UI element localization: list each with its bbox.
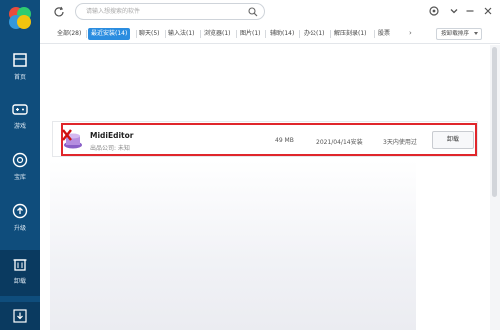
app-install-date: 2021/04/14安装 [316,139,363,146]
sidebar-item-games[interactable]: 游戏 [0,95,40,139]
tab-chat[interactable]: 聊天(5) [139,28,160,40]
tab-divider [200,30,201,38]
sidebar-download-button[interactable] [0,302,40,330]
sort-dropdown[interactable]: 按卸载排序 [436,28,482,40]
sidebar-item-uninstall[interactable]: 卸载 [0,250,40,296]
close-icon[interactable] [482,5,494,17]
gamepad-icon [12,104,28,115]
search-icon[interactable] [248,7,258,17]
scrollbar-thumb[interactable] [492,47,497,197]
scrollbar[interactable] [490,45,500,330]
download-icon [13,309,27,323]
midieditor-app-icon [62,129,82,149]
sidebar-item-label: 升级 [13,225,26,232]
tab-divider [330,30,331,38]
sidebar-item-label: 首页 [13,74,26,81]
tab-divider [86,30,87,38]
sidebar-item-treasure[interactable]: 宝库 [0,146,40,190]
refresh-icon[interactable] [53,6,65,18]
chevron-down-icon [474,32,478,35]
minimize-icon[interactable] [464,5,476,17]
tab-all[interactable]: 全部(28) [57,28,81,40]
app-size: 49 MB [275,137,294,144]
sidebar-item-home[interactable]: 首页 [0,46,40,90]
tab-divider [136,30,137,38]
sidebar-item-label: 卸载 [13,278,26,285]
tab-office[interactable]: 办公(1) [304,28,325,40]
search-box [75,3,265,20]
settings-icon[interactable] [428,5,440,17]
uninstall-button[interactable]: 卸载 [432,131,474,149]
tab-recent-installs[interactable]: 最近安装(14) [88,28,131,40]
sidebar: 首页 游戏 宝库 升级 卸载 [0,0,40,330]
home-icon [13,53,27,67]
tab-divider [374,30,375,38]
app-logo-icon [9,7,31,29]
sort-label: 按卸载排序 [441,31,469,37]
tab-divider [299,30,300,38]
sidebar-item-upgrade[interactable]: 升级 [0,197,40,241]
tab-browser[interactable]: 浏览器(1) [204,28,231,40]
tab-compression[interactable]: 解压刻录(1) [334,28,367,40]
sidebar-item-label: 宝库 [13,174,26,181]
search-input[interactable] [86,6,246,17]
menu-icon[interactable] [448,5,460,17]
sidebar-item-label: 游戏 [13,123,26,130]
app-name: MidiEditor [90,131,134,140]
top-bar [40,0,500,24]
list-background [50,160,416,330]
app-usage: 3天内使用过 [383,139,417,146]
tab-divider [236,30,237,38]
tab-images[interactable]: 图片(1) [240,28,261,40]
tab-input-method[interactable]: 输入法(1) [168,28,195,40]
trash-icon [13,259,27,271]
app-publisher: 出品公司: 未知 [90,145,130,152]
tab-divider [265,30,266,38]
category-tabs: 全部(28) 最近安装(14) 聊天(5) 输入法(1) 浏览器(1) 图片(1… [40,24,500,44]
tabs-next-arrow-icon[interactable]: › [409,29,412,37]
treasure-icon [12,152,28,168]
tab-assist[interactable]: 辅助(14) [270,28,294,40]
tab-stocks[interactable]: 股票 [378,28,390,40]
tab-divider [165,30,166,38]
upgrade-icon [12,203,28,219]
